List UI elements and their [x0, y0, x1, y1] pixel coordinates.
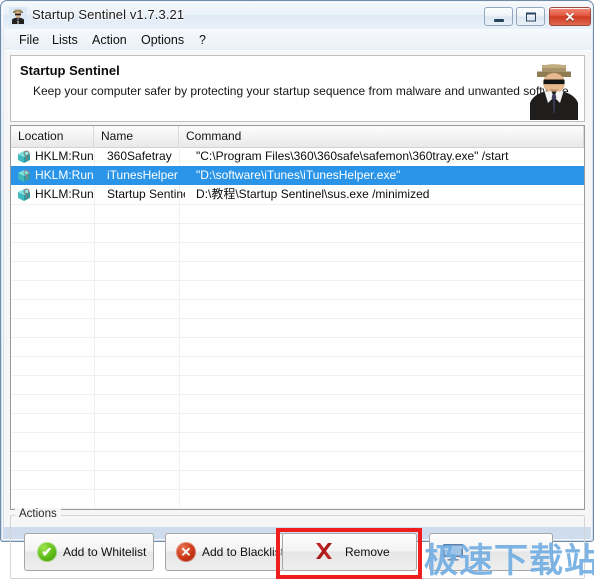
column-header-name[interactable]: Name	[94, 126, 179, 147]
column-header-command[interactable]: Command	[179, 126, 584, 147]
grid-line	[11, 432, 584, 433]
add-to-whitelist-label: Add to Whitelist	[63, 545, 147, 559]
cell-name: Startup Sentinel	[107, 187, 185, 201]
table-row[interactable]: HKLM:Run 360Safetray "C:\Program Files\3…	[11, 147, 584, 166]
minimize-button[interactable]	[484, 7, 513, 26]
menu-item-file[interactable]: File	[15, 32, 43, 48]
sentinel-mascot-icon	[9, 7, 27, 25]
client-area: Startup Sentinel Keep your computer safe…	[4, 50, 594, 579]
grid-line	[11, 394, 584, 395]
check-glyph: ✔	[41, 544, 53, 560]
cell-location: HKLM:Run	[35, 187, 94, 201]
add-to-blacklist-label: Add to Blacklist	[202, 545, 285, 559]
minimize-icon	[493, 18, 504, 22]
grid-line	[11, 204, 584, 205]
maximize-icon	[525, 12, 536, 21]
banner-title: Startup Sentinel	[20, 63, 120, 78]
cell-name: 360Safetray	[107, 149, 172, 163]
grid-line	[11, 223, 584, 224]
table-row[interactable]: HKLM:Run iTunesHelper "D:\software\iTune…	[11, 166, 584, 185]
menu-item-action[interactable]: Action	[88, 32, 131, 48]
cell-command: "C:\Program Files\360\360safe\safemon\36…	[196, 149, 509, 163]
application-window: Startup Sentinel v1.7.3.21 ✕ File Lists …	[0, 0, 594, 579]
grid-line	[11, 413, 584, 414]
grid-line	[11, 299, 584, 300]
menu-item-help[interactable]: ?	[195, 32, 210, 48]
grid-line	[11, 337, 584, 338]
red-x-cross-icon	[316, 543, 332, 559]
grid-line	[11, 375, 584, 376]
grid-line	[11, 356, 584, 357]
cell-location: HKLM:Run	[35, 149, 94, 163]
add-to-whitelist-button[interactable]: ✔ Add to Whitelist	[24, 533, 154, 571]
banner-subtitle: Keep your computer safer by protecting y…	[33, 84, 569, 98]
list-header: Location Name Command	[11, 126, 584, 148]
table-row[interactable]: HKLM:Run Startup Sentinel D:\教程\Startup …	[11, 185, 584, 204]
grid-line	[11, 508, 584, 509]
title-bar[interactable]: Startup Sentinel v1.7.3.21 ✕	[3, 3, 593, 29]
remove-button[interactable]: Remove	[282, 533, 417, 571]
close-button[interactable]: ✕	[549, 7, 591, 26]
green-check-circle-icon: ✔	[37, 542, 57, 562]
grid-line	[11, 261, 584, 262]
window-title: Startup Sentinel v1.7.3.21	[32, 7, 185, 22]
grid-line	[11, 451, 584, 452]
close-icon: ✕	[564, 9, 576, 24]
maximize-button[interactable]	[516, 7, 545, 26]
banner-panel: Startup Sentinel Keep your computer safe…	[10, 55, 585, 122]
grid-line	[11, 318, 584, 319]
list-body: HKLM:Run 360Safetray "C:\Program Files\3…	[11, 147, 584, 509]
actions-group-label: Actions	[15, 508, 61, 520]
red-x-circle-icon: ✕	[176, 542, 196, 562]
registry-key-icon	[18, 150, 30, 163]
menu-item-options[interactable]: Options	[137, 32, 188, 48]
site-watermark: 极速下载站	[424, 541, 594, 581]
grid-line	[11, 470, 584, 471]
startup-entries-list[interactable]: Location Name Command HKLM:Run 360Safetr…	[10, 125, 585, 510]
remove-label: Remove	[345, 545, 390, 559]
cell-command: D:\教程\Startup Sentinel\sus.exe /minimize…	[196, 187, 430, 201]
registry-key-icon	[18, 169, 30, 182]
cell-location: HKLM:Run	[35, 168, 94, 182]
cell-name: iTunesHelper	[107, 168, 178, 182]
column-header-location[interactable]: Location	[11, 126, 94, 147]
sentinel-bodyguard-icon	[530, 64, 578, 120]
registry-key-icon	[18, 188, 30, 201]
menu-bar: File Lists Action Options ?	[4, 29, 592, 51]
cell-command: "D:\software\iTunes\iTunesHelper.exe"	[196, 168, 401, 182]
add-to-blacklist-button[interactable]: ✕ Add to Blacklist	[165, 533, 284, 571]
grid-line	[11, 489, 584, 490]
grid-line	[11, 242, 584, 243]
grid-line	[11, 280, 584, 281]
cross-glyph: ✕	[180, 544, 192, 560]
menu-item-lists[interactable]: Lists	[48, 32, 82, 48]
